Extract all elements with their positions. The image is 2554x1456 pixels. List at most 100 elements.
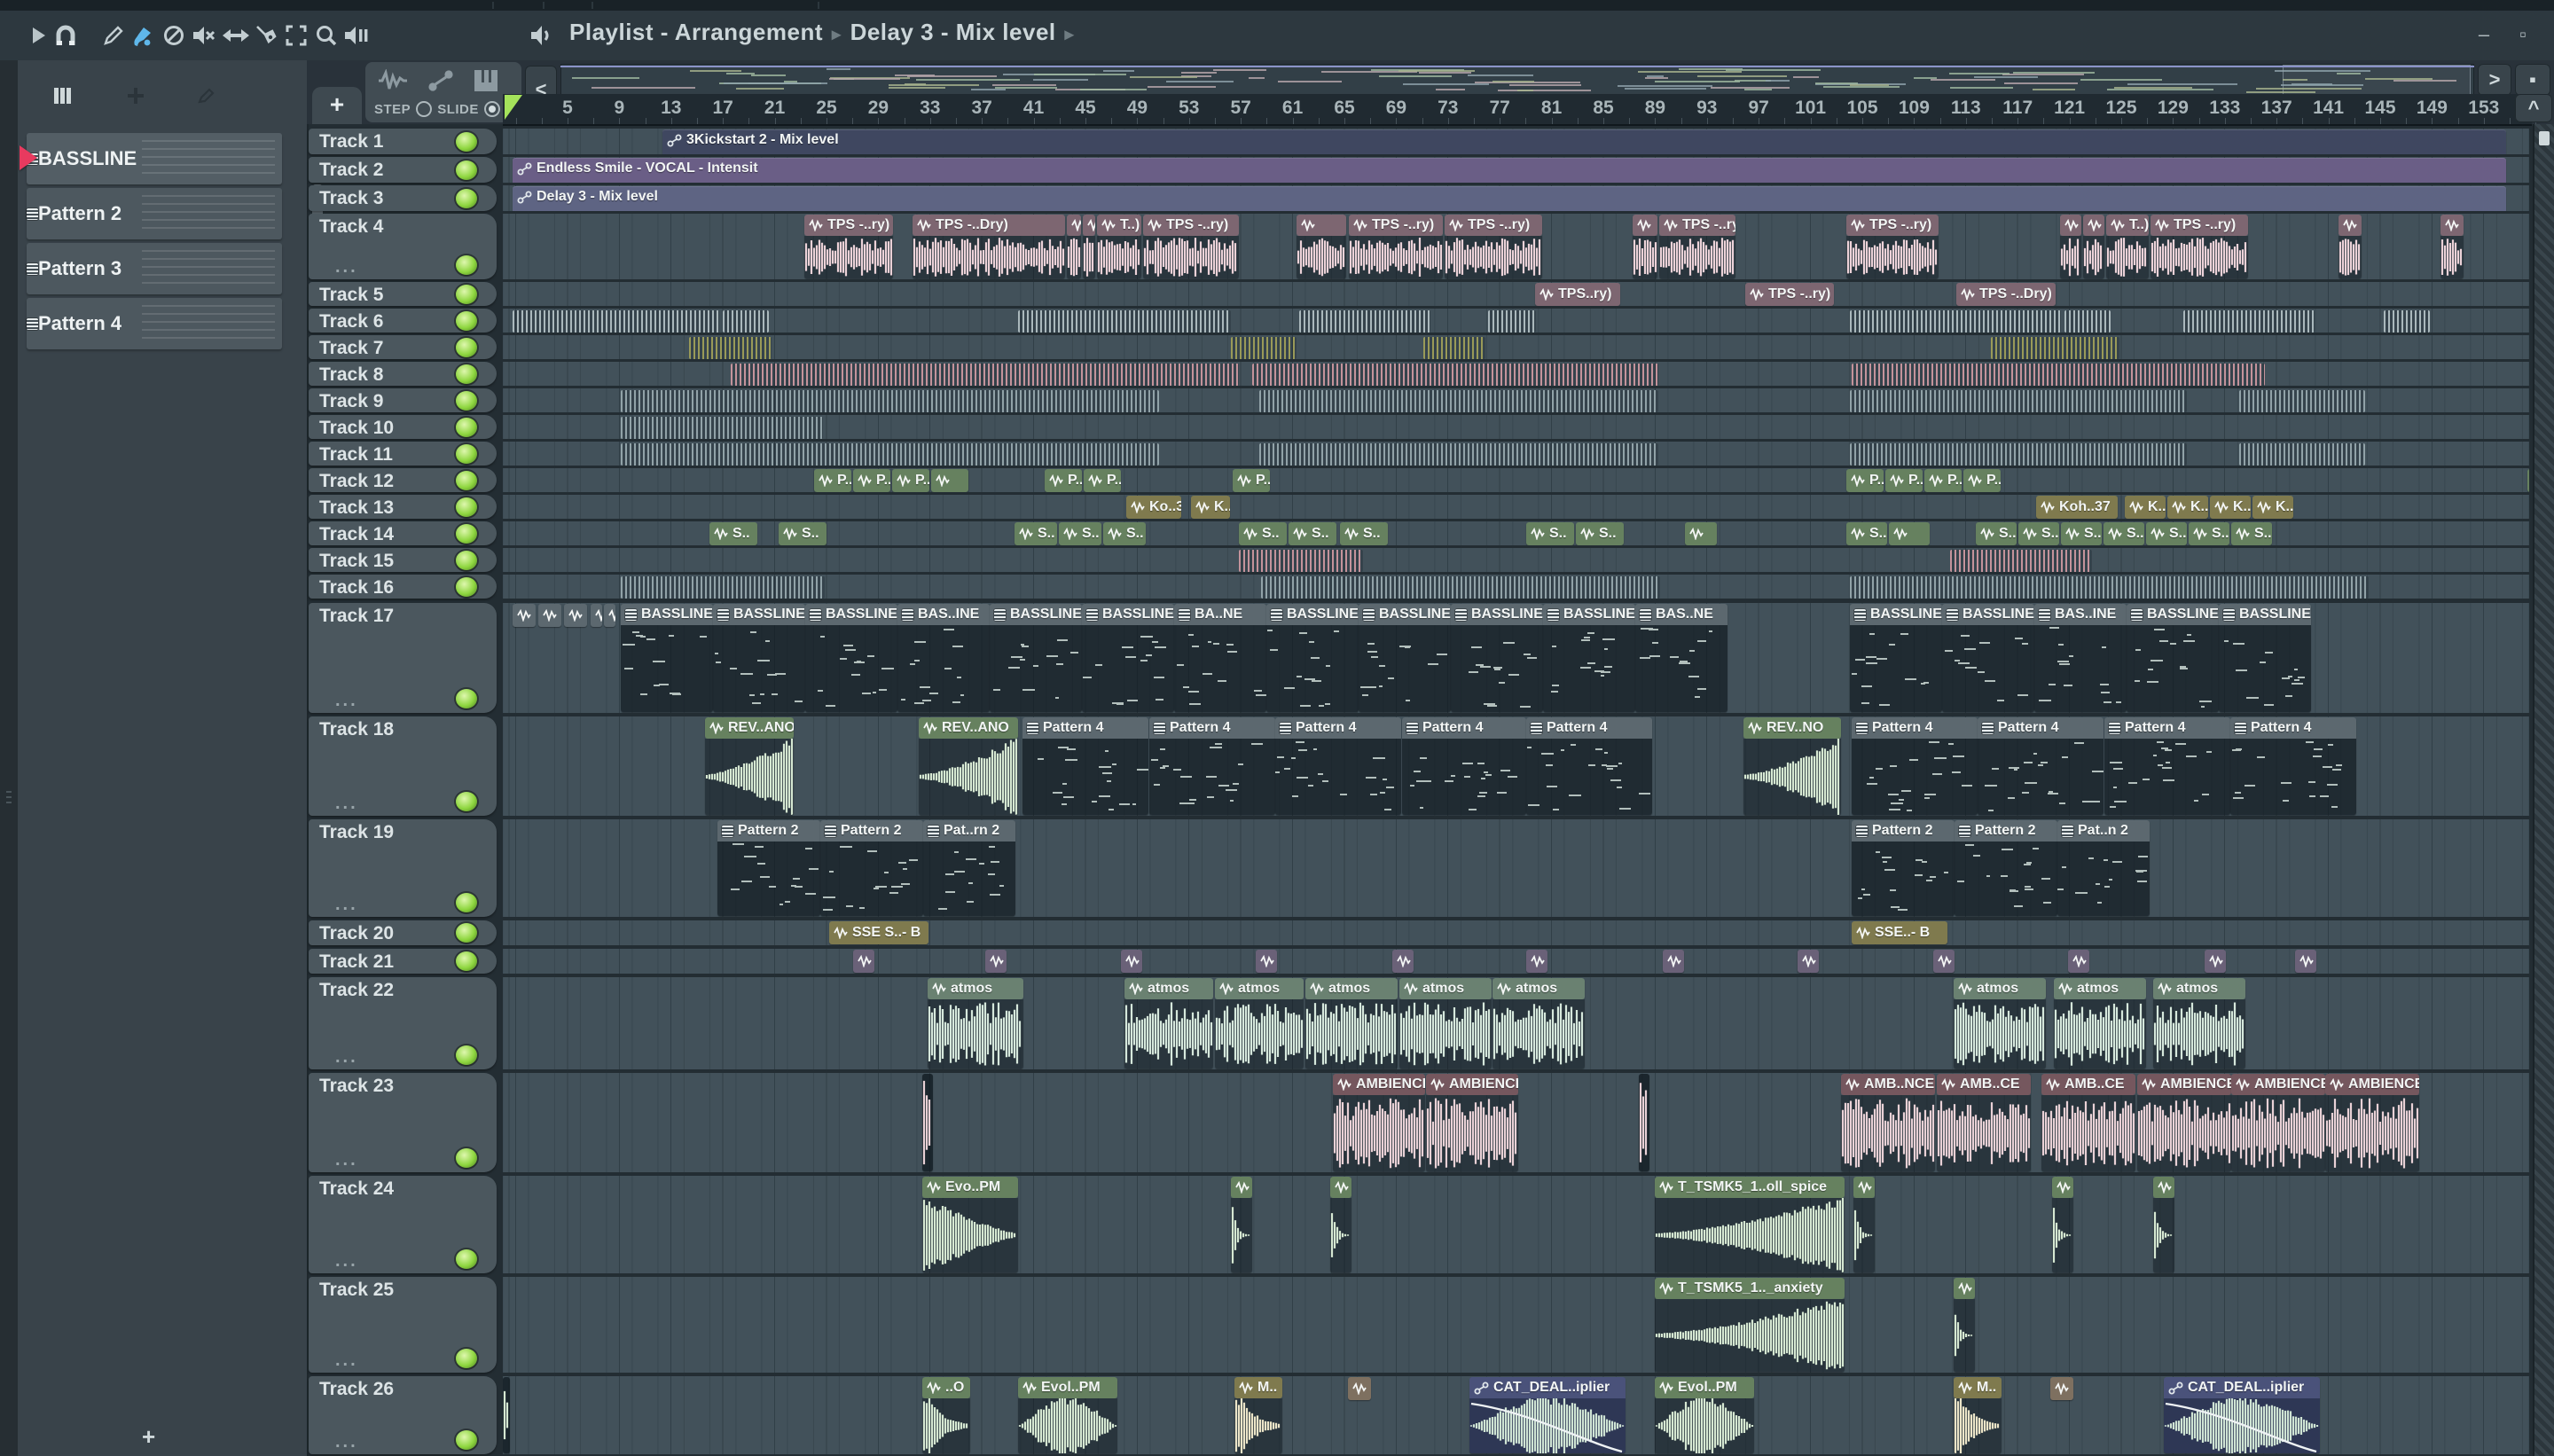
- audio-clip[interactable]: [2153, 1177, 2174, 1272]
- pattern-stripe-clip[interactable]: [1850, 576, 2369, 599]
- track-mute-led[interactable]: [456, 310, 477, 331]
- audio-clip[interactable]: S..: [2104, 522, 2144, 545]
- audio-clip-mini[interactable]: [513, 604, 536, 627]
- pattern-clip[interactable]: BASSLINE: [1850, 604, 1942, 712]
- track-name-cell[interactable]: Track 13: [309, 495, 497, 519]
- audio-clip[interactable]: Evol..PM: [1018, 1377, 1117, 1453]
- pattern-item-pattern-2[interactable]: Pattern 2: [27, 188, 282, 239]
- track-name-cell[interactable]: Track 16: [309, 575, 497, 599]
- audio-clip[interactable]: M..: [1954, 1377, 2002, 1453]
- track-name-cell[interactable]: Track 15: [309, 548, 497, 572]
- track-name-cell[interactable]: Track 7: [309, 335, 497, 359]
- play-icon[interactable]: [25, 21, 53, 50]
- pattern-stripe-clip[interactable]: [1231, 337, 1297, 359]
- audio-clip-sliver[interactable]: [922, 1074, 933, 1171]
- audio-clip-mini[interactable]: [1526, 950, 1547, 973]
- pattern-clip[interactable]: BASSLINE: [621, 604, 713, 712]
- delete-tool-icon[interactable]: [160, 21, 188, 50]
- audio-clip[interactable]: TPS -..Dry): [1956, 283, 2056, 306]
- pattern-item-pattern-3[interactable]: Pattern 3: [27, 243, 282, 294]
- track-lane[interactable]: [503, 309, 2529, 333]
- pattern-clip[interactable]: Pattern 2: [1852, 820, 1955, 916]
- track-mute-led[interactable]: [456, 497, 477, 517]
- track-lane[interactable]: Delay 3 - Mix level: [503, 185, 2529, 211]
- audio-clip[interactable]: K..: [2252, 496, 2293, 519]
- track-mute-led[interactable]: [456, 1249, 477, 1269]
- track-name-cell[interactable]: Track 14: [309, 521, 497, 545]
- scroll-up-button[interactable]: ^: [2515, 94, 2552, 122]
- pattern-stripe-clip[interactable]: [621, 417, 823, 439]
- track-lane[interactable]: 3Kickstart 2 - Mix level: [503, 129, 2529, 154]
- track-lane[interactable]: Pattern 2 Pattern 2 Pat..rn 2 Pattern 2 Patt…: [503, 819, 2529, 917]
- pattern-clip[interactable]: Pattern 4: [1402, 717, 1526, 815]
- stop-button[interactable]: ▪: [2515, 64, 2550, 96]
- track-name-cell[interactable]: Track 1: [309, 129, 497, 154]
- track-mute-led[interactable]: [456, 689, 477, 708]
- pattern-stripe-clip[interactable]: [2239, 390, 2365, 412]
- track-mute-led[interactable]: [456, 1045, 477, 1065]
- automation-clip[interactable]: Endless Smile - VOCAL - Intensit: [513, 158, 2506, 183]
- track-name-cell[interactable]: Track 8: [309, 362, 497, 386]
- pattern-clip[interactable]: BASSLINE: [1942, 604, 2034, 712]
- audio-clip[interactable]: P..: [1885, 469, 1923, 492]
- track-mute-led[interactable]: [456, 337, 477, 357]
- pattern-stripe-clip[interactable]: [1259, 390, 1658, 412]
- audio-clip[interactable]: S..: [1576, 522, 1624, 545]
- audio-clip[interactable]: S..: [709, 522, 757, 545]
- audio-clip-mini[interactable]: [1663, 950, 1684, 973]
- pattern-clip[interactable]: BASSLINE: [2127, 604, 2219, 712]
- audio-clip[interactable]: REV..NO: [1743, 717, 1841, 815]
- slip-tool-icon[interactable]: [222, 21, 250, 50]
- draw-tool-icon[interactable]: [99, 21, 128, 50]
- audio-clip[interactable]: [2440, 215, 2464, 278]
- track-name-cell[interactable]: Track 3: [309, 185, 497, 211]
- picker-grid-icon[interactable]: [53, 87, 74, 105]
- paint-tool-icon[interactable]: [128, 21, 156, 50]
- audio-clip[interactable]: S..: [1846, 522, 1887, 545]
- track-name-cell[interactable]: Track 22...: [309, 977, 497, 1069]
- audio-clip[interactable]: S..: [2189, 522, 2229, 545]
- track-mute-led[interactable]: [456, 792, 477, 811]
- track-lane[interactable]: [503, 362, 2529, 386]
- track-mute-led[interactable]: [456, 188, 477, 208]
- audio-clip[interactable]: [1083, 215, 1095, 278]
- track-name-cell[interactable]: Track 18...: [309, 716, 497, 816]
- track-lane[interactable]: P.. P.. P.. P.. P.. P.. P.. P.. P.. P.. P.: [503, 468, 2529, 492]
- step-toggle[interactable]: [416, 101, 433, 117]
- audio-clip[interactable]: atmos: [1215, 978, 1304, 1069]
- pattern-item-bassline[interactable]: BASSLINE: [20, 133, 282, 184]
- track-mute-led[interactable]: [456, 364, 477, 384]
- pattern-stripe-clip[interactable]: [1423, 337, 1485, 359]
- playlist-minimap[interactable]: [560, 64, 2474, 96]
- audio-clip[interactable]: AMBIENCE: [2137, 1074, 2231, 1171]
- track-lane[interactable]: [503, 575, 2529, 599]
- timeline-ruler[interactable]: 5 9 13 17 21 25 29 33 37 41 45 49 53 57 61 65 69 73 77 81 85…: [503, 94, 2537, 126]
- audio-clip[interactable]: REV..ANO: [919, 717, 1018, 815]
- track-lane[interactable]: TPS -..ry) TPS -..Dry) T..) TPS -..ry) TPS -…: [503, 214, 2529, 279]
- track-mute-led[interactable]: [456, 951, 477, 971]
- track-name-cell[interactable]: Track 25...: [309, 1277, 497, 1373]
- audio-clip[interactable]: S..: [2061, 522, 2102, 545]
- audio-clip[interactable]: atmos: [1492, 978, 1585, 1069]
- audio-clip[interactable]: S..: [779, 522, 827, 545]
- audio-clip-mini[interactable]: [591, 604, 602, 627]
- track-name-cell[interactable]: Track 21: [309, 949, 497, 974]
- pattern-clip[interactable]: Pattern 4: [2230, 717, 2356, 815]
- audio-clip[interactable]: K..: [2125, 496, 2166, 519]
- audio-clip-mini[interactable]: [564, 604, 587, 627]
- slide-toggle[interactable]: [483, 101, 500, 117]
- audio-clip-sliver[interactable]: [503, 1377, 510, 1453]
- audio-clip[interactable]: S..: [1103, 522, 1146, 545]
- audio-clip-mini[interactable]: [1392, 950, 1414, 973]
- audio-clip[interactable]: [1297, 215, 1346, 278]
- minimize-button[interactable]: –: [2471, 23, 2497, 48]
- track-lane[interactable]: Ko..37 K.. Koh..37 K.. K.. K.. K..: [503, 495, 2529, 519]
- pattern-clip[interactable]: BASSLINE: [1082, 604, 1174, 712]
- audio-clip[interactable]: S..: [1059, 522, 1101, 545]
- audio-clip[interactable]: TPS -..ry): [2151, 215, 2248, 278]
- track-mute-led[interactable]: [456, 417, 477, 437]
- snap-magnet-icon[interactable]: [51, 21, 80, 50]
- track-lane[interactable]: atmos atmos atmos atmos atmos atmos atmos atmos…: [503, 977, 2529, 1069]
- pattern-stripe-clip[interactable]: [731, 364, 1239, 386]
- track-mute-led[interactable]: [456, 284, 477, 304]
